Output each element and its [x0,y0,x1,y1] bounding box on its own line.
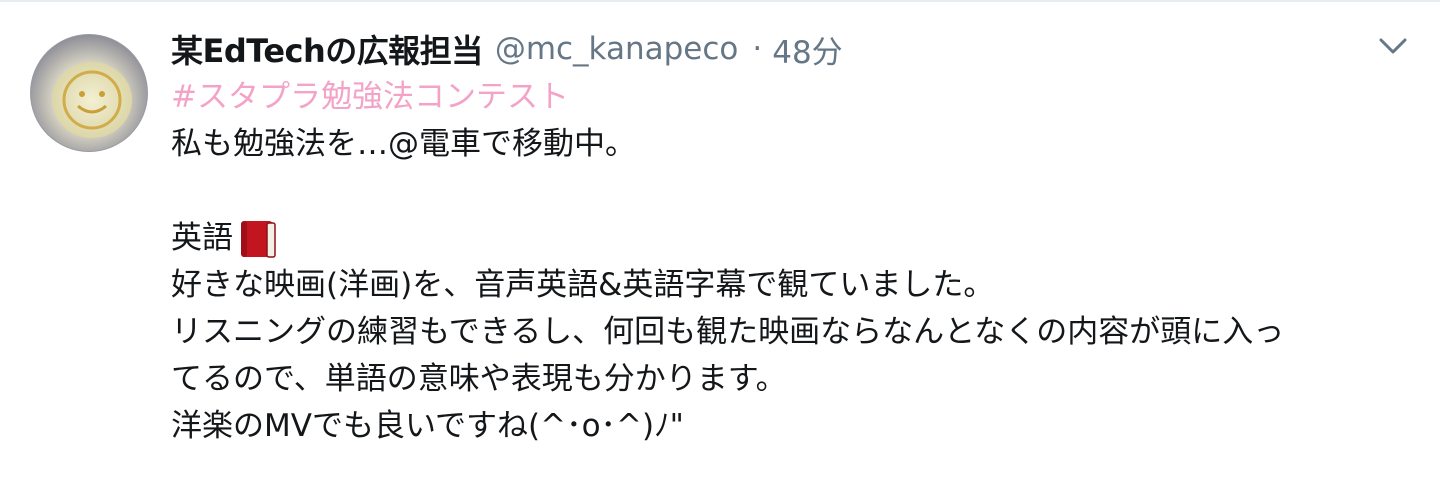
display-name[interactable]: 某EdTechの広報担当 [171,26,483,72]
tweet-text: #スタプラ勉強法コンテスト 私も勉強法を…@電車で移動中。 英語 好きな映画(洋… [171,74,1411,450]
red-book-icon [239,219,277,259]
tweet-header: 某EdTechの広報担当 @mc_kanapeco · 48分 [171,24,843,74]
tweet-line: 洋楽のMVでも良いですね(^･o･^)ﾉ" [171,408,684,444]
avatar-photo-icon [30,34,148,152]
user-handle[interactable]: @mc_kanapeco [495,31,739,67]
subject-line: 英語 [171,215,1411,262]
tweet-card[interactable]: 某EdTechの広報担当 @mc_kanapeco · 48分 #スタプラ勉強法… [0,0,1440,487]
separator-dot: · [752,31,763,67]
avatar[interactable] [30,34,148,152]
tweet-line: 私も勉強法を…@電車で移動中。 [171,126,636,162]
subject-label: 英語 [171,220,233,256]
hashtag-link[interactable]: #スタプラ勉強法コンテスト [171,74,1411,121]
chevron-down-icon[interactable] [1378,36,1408,58]
tweet-line: 好きな映画(洋画)を、音声英語&英語字幕で観ていました。 [171,267,995,303]
timestamp[interactable]: 48分 [772,27,842,72]
tweet-line: てるので、単語の意味や表現も分かります。 [171,361,787,397]
tweet-line: リスニングの練習もできるし、何回も観た映画ならなんとなくの内容が頭に入っ [171,314,1285,350]
